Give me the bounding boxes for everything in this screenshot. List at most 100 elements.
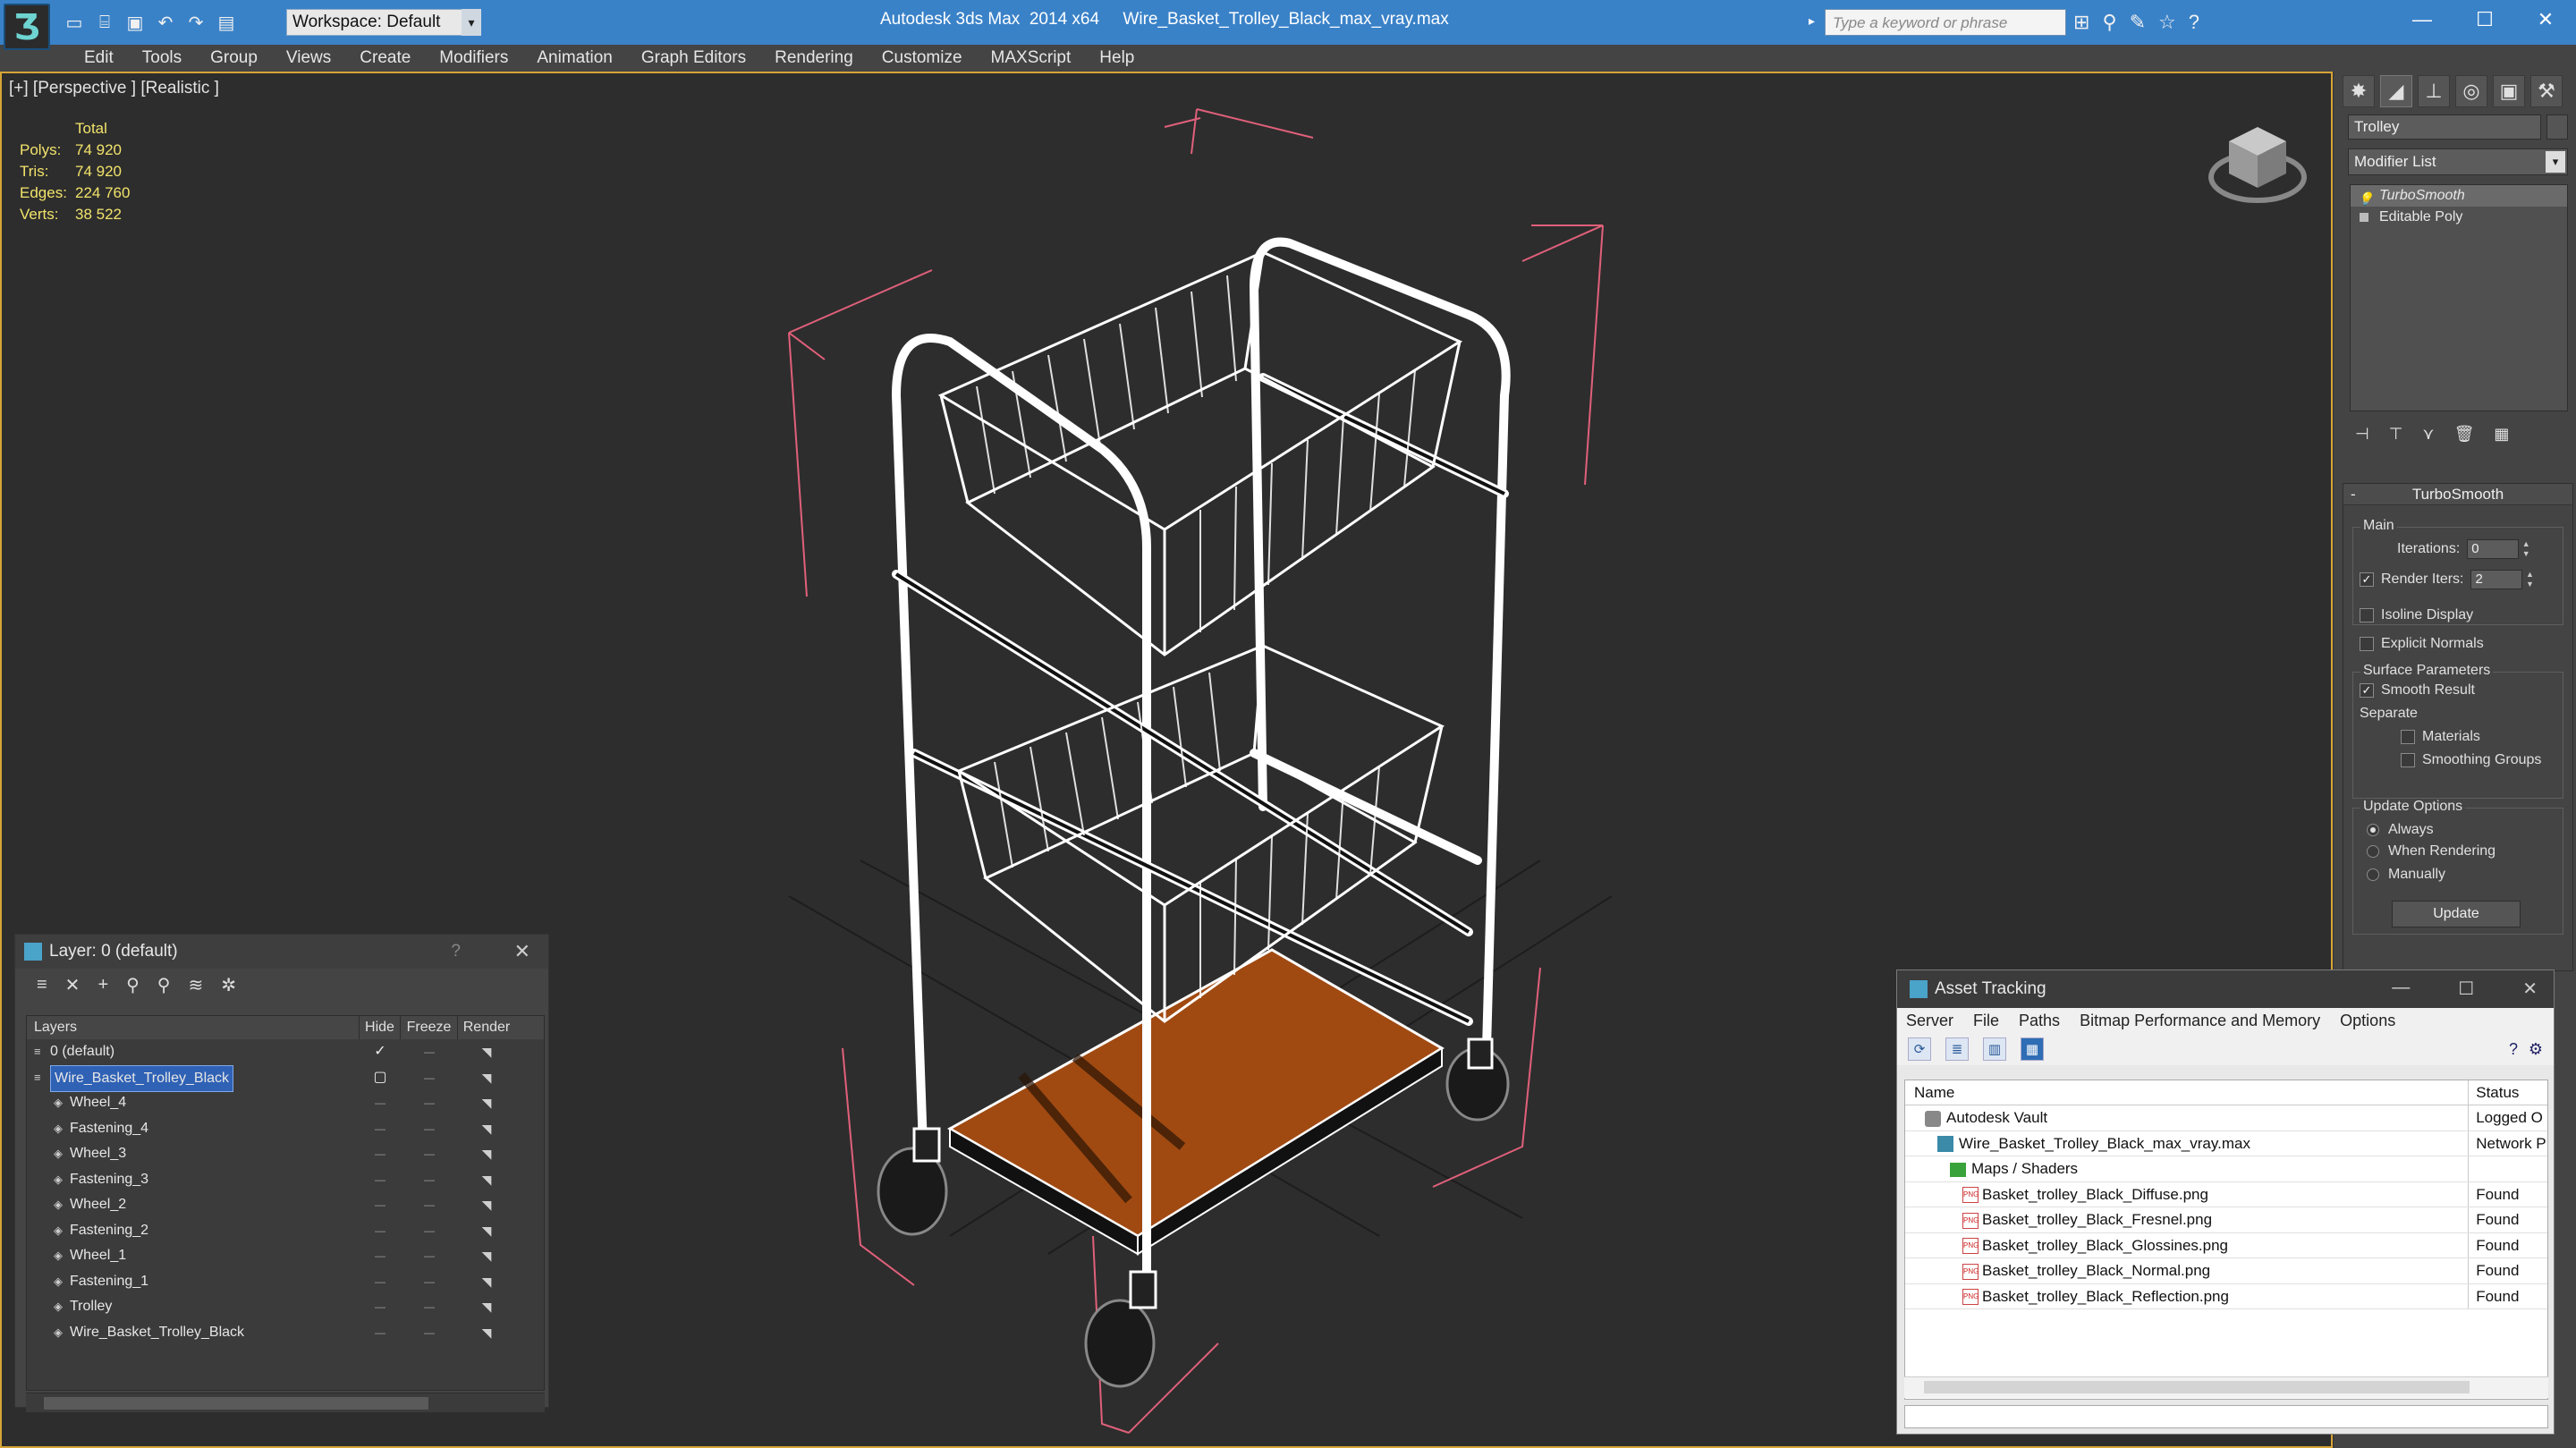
hierarchy-tab-icon[interactable]: ⊥	[2418, 75, 2450, 107]
display-tab-icon[interactable]: ▣	[2493, 75, 2525, 107]
freeze-toggle[interactable]: —	[401, 1243, 458, 1269]
hide-toggle[interactable]: —	[360, 1294, 401, 1320]
redo-icon[interactable]: ↷	[184, 11, 208, 34]
col-layers[interactable]: Layers	[27, 1016, 360, 1039]
layer-row[interactable]: ≡ 0 (default) ✓ — ◥	[27, 1039, 544, 1065]
render-iters-spinner[interactable]: 2	[2470, 570, 2523, 589]
asset-row[interactable]: Autodesk Vault Logged O	[1905, 1105, 2547, 1131]
asset-menu-paths[interactable]: Paths	[2019, 1012, 2060, 1030]
modifier-list-dropdown[interactable]: Modifier List ▾	[2348, 148, 2568, 175]
select-objects-icon[interactable]: ⚲	[126, 974, 140, 996]
create-layer-icon[interactable]: ≡	[37, 975, 47, 995]
menu-edit[interactable]: Edit	[70, 48, 128, 68]
freeze-toggle[interactable]: —	[401, 1320, 458, 1346]
expand-icon[interactable]	[2360, 213, 2368, 222]
freeze-toggle[interactable]: —	[401, 1065, 458, 1091]
menu-create[interactable]: Create	[345, 48, 425, 68]
utilities-tab-icon[interactable]: ⚒	[2530, 75, 2563, 107]
close-icon[interactable]: ✕	[2522, 978, 2538, 1000]
app-logo-button[interactable]: Ʒ	[4, 4, 50, 50]
refresh-icon[interactable]: ⟳	[1908, 1037, 1931, 1061]
freeze-toggle[interactable]: —	[401, 1294, 458, 1320]
menu-modifiers[interactable]: Modifiers	[425, 48, 522, 68]
binoculars-icon[interactable]: ⊞	[2073, 11, 2089, 34]
asset-window-title[interactable]: Asset Tracking — ☐ ✕	[1897, 970, 2554, 1008]
spinner-arrows-icon[interactable]: ▲ ▼	[2521, 539, 2531, 559]
object-color-swatch[interactable]	[2546, 114, 2568, 140]
render-teapot-icon[interactable]: ◥	[458, 1141, 515, 1167]
maximize-button[interactable]: ☐	[2453, 0, 2517, 39]
new-file-icon[interactable]: ▭	[63, 11, 86, 34]
hide-toggle[interactable]: ▢	[360, 1065, 401, 1091]
spinner-arrows-icon[interactable]: ▲ ▼	[2524, 570, 2535, 589]
materials-checkbox[interactable]	[2401, 730, 2415, 744]
set-current-layer-icon[interactable]: ≋	[188, 974, 203, 996]
freeze-toggle[interactable]: —	[401, 1090, 458, 1116]
when-rendering-radio[interactable]	[2367, 845, 2379, 858]
delete-layer-icon[interactable]: ✕	[65, 974, 80, 996]
close-button[interactable]: ✕	[2513, 0, 2576, 39]
render-teapot-icon[interactable]: ◥	[458, 1065, 515, 1091]
quick-access-customize-icon[interactable]: ▾	[462, 9, 481, 36]
rollout-header[interactable]: - TurboSmooth	[2343, 484, 2572, 505]
asset-menu-server[interactable]: Server	[1906, 1012, 1953, 1030]
menu-help[interactable]: Help	[1085, 48, 1148, 68]
col-freeze[interactable]: Freeze	[401, 1016, 458, 1039]
project-folder-icon[interactable]: ▤	[215, 11, 238, 34]
menu-group[interactable]: Group	[196, 48, 272, 68]
show-end-result-icon[interactable]: ⊤	[2389, 425, 2403, 444]
menu-animation[interactable]: Animation	[522, 48, 627, 68]
render-iters-checkbox[interactable]: ✓	[2360, 572, 2374, 587]
layer-hscrollbar[interactable]	[26, 1393, 545, 1412]
asset-row[interactable]: Maps / Shaders	[1905, 1156, 2547, 1182]
menu-tools[interactable]: Tools	[128, 48, 196, 68]
help-icon[interactable]: ?	[2509, 1040, 2518, 1059]
layer-row[interactable]: ◈ Fastening_1— — ◥	[27, 1269, 544, 1295]
menu-views[interactable]: Views	[272, 48, 345, 68]
subscription-icon[interactable]: ⚲	[2102, 11, 2116, 34]
hide-toggle[interactable]: —	[360, 1141, 401, 1167]
add-to-layer-icon[interactable]: +	[97, 975, 108, 995]
render-teapot-icon[interactable]: ◥	[458, 1320, 515, 1346]
col-hide[interactable]: Hide	[360, 1016, 401, 1039]
freeze-toggle[interactable]: —	[401, 1116, 458, 1142]
layer-row[interactable]: ◈ Wire_Basket_Trolley_Black — — ◥	[27, 1320, 544, 1346]
search-expand-icon[interactable]: ▸	[1809, 13, 1815, 29]
layer-row[interactable]: ◈ Trolley — — ◥	[27, 1294, 544, 1320]
hide-toggle[interactable]: —	[360, 1192, 401, 1218]
minimize-button[interactable]: —	[2390, 0, 2454, 39]
render-teapot-icon[interactable]: ◥	[458, 1269, 515, 1295]
minimize-icon[interactable]: —	[2392, 978, 2410, 1000]
render-teapot-icon[interactable]: ◥	[458, 1090, 515, 1116]
asset-path-field[interactable]	[1904, 1405, 2548, 1428]
layer-row[interactable]: ◈ Wheel_2— — ◥	[27, 1192, 544, 1218]
layer-row[interactable]: ◈ Wheel_4— — ◥	[27, 1090, 544, 1116]
smooth-result-checkbox[interactable]: ✓	[2360, 683, 2374, 698]
undo-icon[interactable]: ↶	[154, 11, 177, 34]
col-status[interactable]: Status	[2469, 1080, 2547, 1105]
col-render[interactable]: Render	[458, 1016, 515, 1039]
freeze-toggle[interactable]: —	[401, 1192, 458, 1218]
hide-toggle[interactable]: —	[360, 1243, 401, 1269]
settings-icon[interactable]: ⚙	[2529, 1040, 2543, 1059]
hide-toggle[interactable]: —	[360, 1269, 401, 1295]
freeze-toggle[interactable]: —	[401, 1039, 458, 1065]
menu-rendering[interactable]: Rendering	[760, 48, 868, 68]
hide-toggle[interactable]: —	[360, 1116, 401, 1142]
layer-row[interactable]: ◈ Fastening_2— — ◥	[27, 1218, 544, 1244]
smoothing-groups-checkbox[interactable]	[2401, 753, 2415, 767]
layer-row[interactable]: ◈ Fastening_4— — ◥	[27, 1116, 544, 1142]
communication-icon[interactable]: ✎	[2130, 11, 2146, 34]
scroll-thumb[interactable]	[44, 1397, 428, 1410]
list-view-icon[interactable]: ≣	[1945, 1037, 1969, 1061]
viewcube-icon[interactable]	[2207, 114, 2308, 215]
select-layer-icon[interactable]: ⚲	[157, 974, 171, 996]
freeze-toggle[interactable]: —	[401, 1269, 458, 1295]
asset-menu-options[interactable]: Options	[2340, 1012, 2395, 1030]
table-view-icon[interactable]: ▥	[1983, 1037, 2006, 1061]
open-file-icon[interactable]: ⌸	[93, 11, 116, 34]
render-teapot-icon[interactable]: ◥	[458, 1243, 515, 1269]
explicit-normals-checkbox[interactable]	[2360, 637, 2374, 651]
menu-maxscript[interactable]: MAXScript	[977, 48, 1086, 68]
render-teapot-icon[interactable]: ◥	[458, 1116, 515, 1142]
